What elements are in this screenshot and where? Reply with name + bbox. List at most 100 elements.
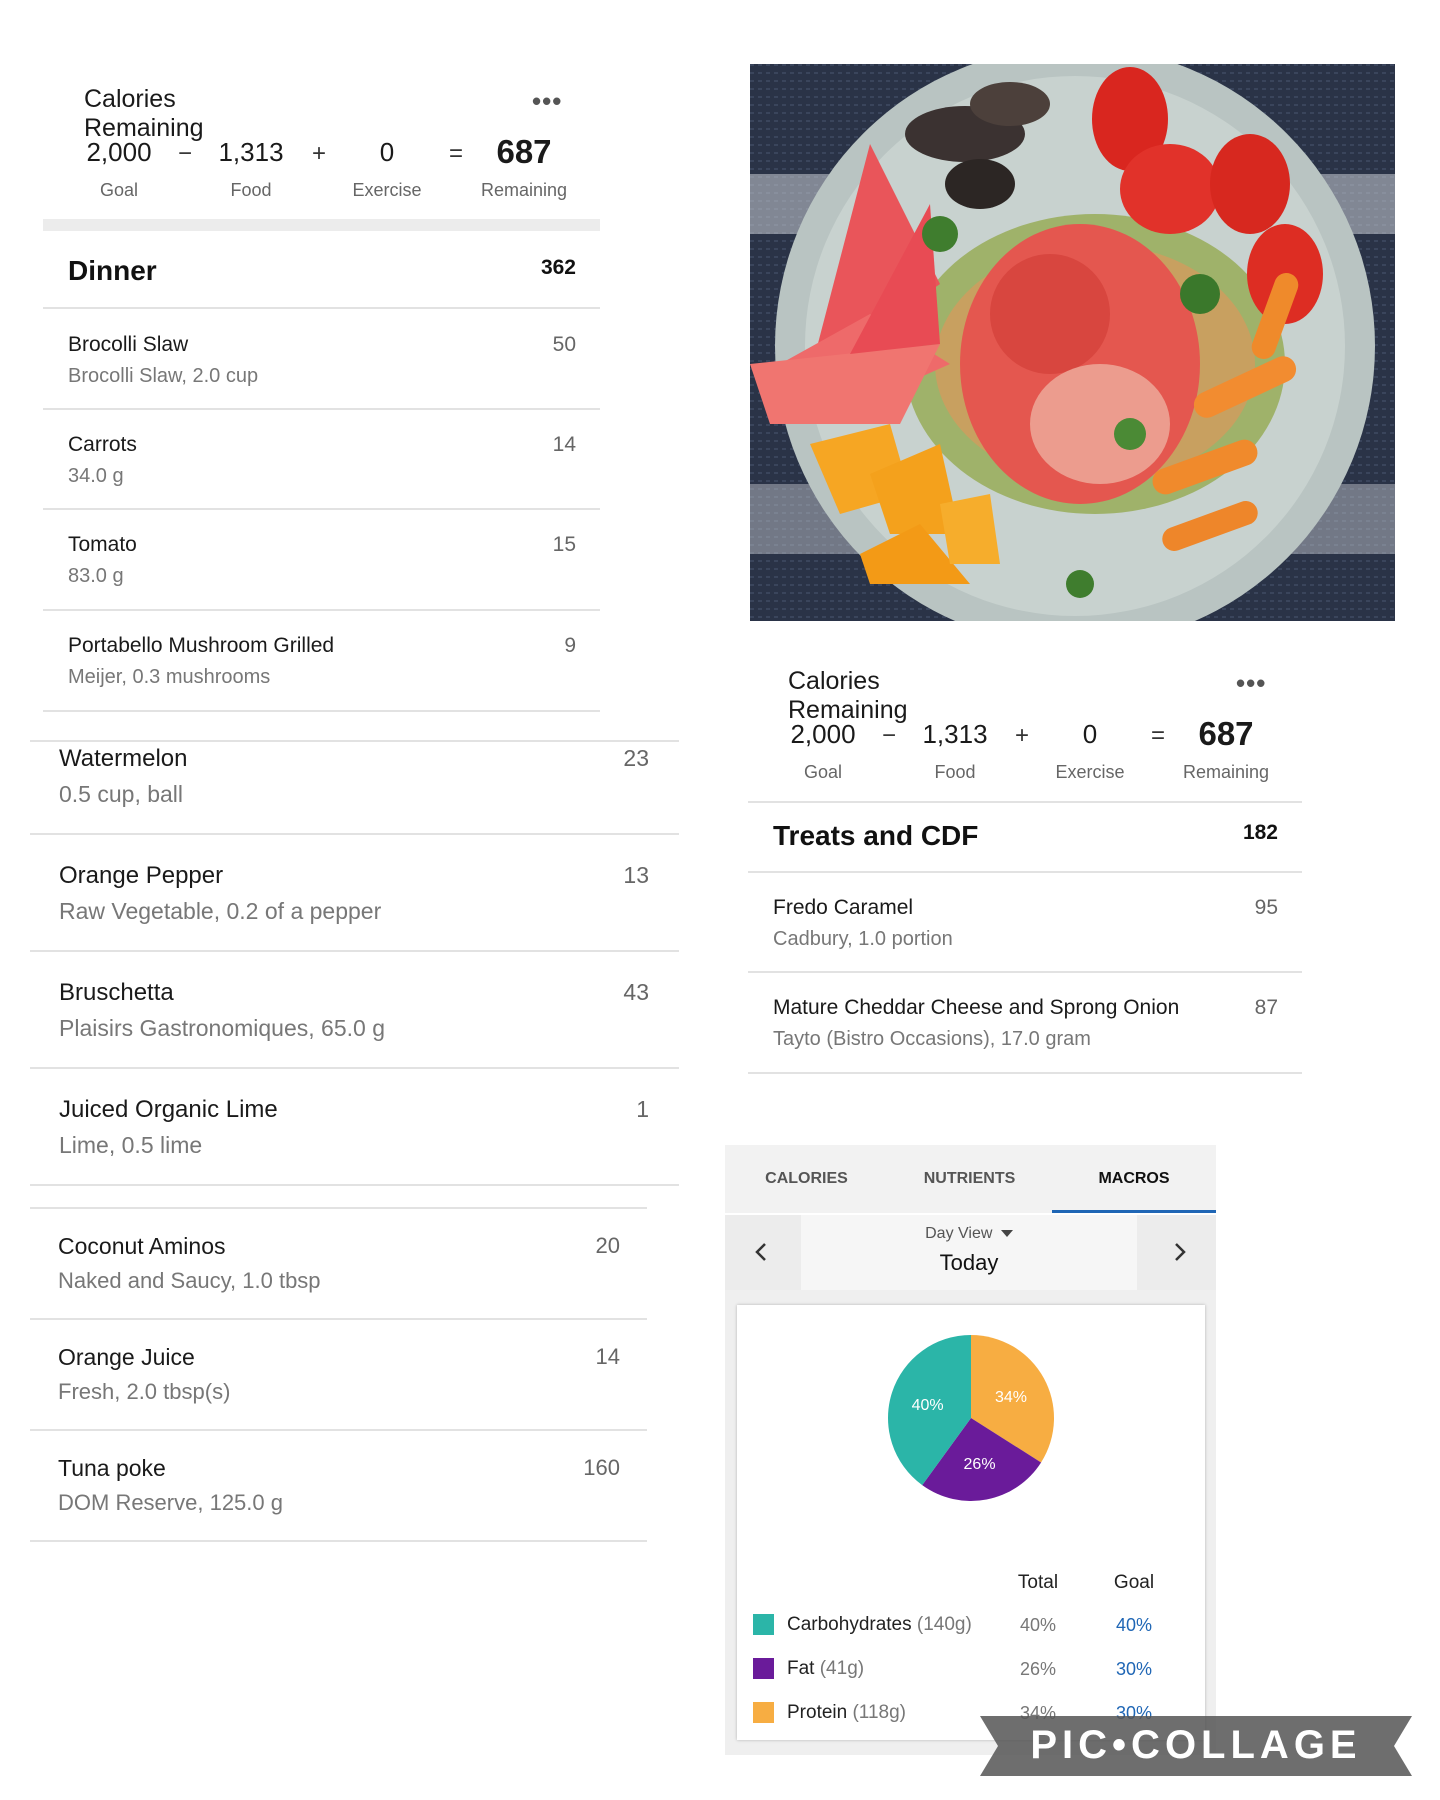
- food-item[interactable]: Bruschetta Plaisirs Gastronomiques, 65.0…: [59, 979, 649, 1054]
- food-item[interactable]: Orange Juice Fresh, 2.0 tbsp(s) 14: [58, 1344, 620, 1416]
- food-desc: Brocolli Slaw, 2.0 cup: [68, 365, 259, 387]
- macro-name: Carbohydrates: [787, 1614, 912, 1635]
- pie-label-protein: 34%: [995, 1389, 1027, 1406]
- divider: [43, 508, 600, 510]
- food-name: Portabello Mushroom Grilled: [68, 634, 335, 657]
- food-value: 1,313: [922, 719, 988, 749]
- chevron-right-icon[interactable]: [1162, 1237, 1196, 1267]
- food-item[interactable]: Juiced Organic Lime Lime, 0.5 lime 1: [59, 1096, 649, 1171]
- food-calories: 20: [595, 1233, 620, 1258]
- remaining-value: 687: [496, 133, 552, 170]
- food-desc: Raw Vegetable, 0.2 of a pepper: [59, 898, 382, 924]
- day-view-selector[interactable]: Day View Today: [801, 1215, 1137, 1290]
- food-calories: 1: [636, 1096, 649, 1122]
- food-item[interactable]: Tuna poke DOM Reserve, 125.0 g 160: [58, 1455, 620, 1527]
- food-item[interactable]: Fredo Caramel Cadbury, 1.0 portion 95: [773, 896, 1278, 956]
- divider: [43, 408, 600, 410]
- divider: [30, 740, 679, 742]
- food-desc: Tayto (Bistro Occasions), 17.0 gram: [773, 1028, 1091, 1050]
- food-item[interactable]: Orange Pepper Raw Vegetable, 0.2 of a pe…: [59, 862, 649, 937]
- day-view-label: Day View: [801, 1225, 1137, 1243]
- divider: [748, 1072, 1302, 1074]
- food-item[interactable]: Tomato 83.0 g 15: [68, 533, 576, 593]
- divider: [30, 1540, 647, 1542]
- food-name: Juiced Organic Lime: [59, 1096, 278, 1123]
- goal-value: 2,000: [790, 719, 856, 749]
- divider: [748, 801, 1302, 803]
- food-desc: DOM Reserve, 125.0 g: [58, 1490, 283, 1515]
- tab-calories[interactable]: CALORIES: [725, 1145, 888, 1213]
- exercise-value: 0: [379, 137, 395, 167]
- food-name: Fredo Caramel: [773, 896, 914, 919]
- food-name: Brocolli Slaw: [68, 333, 189, 356]
- food-desc: Fresh, 2.0 tbsp(s): [58, 1379, 231, 1404]
- food-item[interactable]: Brocolli Slaw Brocolli Slaw, 2.0 cup 50: [68, 333, 576, 393]
- food-calories: 14: [595, 1344, 620, 1369]
- food-item[interactable]: Carrots 34.0 g 14: [68, 433, 576, 493]
- divider: [43, 307, 600, 309]
- caret-down-icon: [1000, 1230, 1013, 1238]
- more-options-icon[interactable]: •••: [1236, 668, 1266, 699]
- food-name: Orange Juice: [58, 1344, 195, 1370]
- remaining-label: Remaining: [480, 180, 568, 200]
- food-item[interactable]: Watermelon 0.5 cup, ball 23: [59, 745, 649, 820]
- pic-collage-watermark: PIC•COLLAGE: [980, 1716, 1412, 1776]
- summary-title: Calories Remaining: [84, 85, 204, 142]
- chevron-left-icon[interactable]: [745, 1237, 779, 1267]
- food-name: Carrots: [68, 433, 137, 456]
- pie-label-carbohydrates: 40%: [912, 1397, 944, 1414]
- food-calories: 13: [623, 862, 649, 888]
- divider: [30, 1318, 647, 1320]
- food-calories: 160: [583, 1455, 620, 1480]
- food-desc: Cadbury, 1.0 portion: [773, 928, 953, 950]
- food-desc: Lime, 0.5 lime: [59, 1132, 203, 1158]
- food-name: Bruschetta: [59, 979, 174, 1006]
- food-name: Orange Pepper: [59, 862, 224, 889]
- divider: [30, 1067, 679, 1069]
- meal-calories-treats: 182: [1242, 821, 1278, 844]
- macro-grams: (118g): [852, 1702, 906, 1723]
- fat-goal: 30%: [1115, 1659, 1153, 1679]
- plus-sign: +: [1014, 722, 1030, 749]
- divider: [30, 1429, 647, 1431]
- pie-label-fat: 26%: [964, 1456, 996, 1473]
- day-navigator: Day View Today: [725, 1215, 1216, 1290]
- food-name: Watermelon: [59, 745, 188, 772]
- goal-value: 2,000: [86, 137, 152, 167]
- day-view-text: Day View: [925, 1225, 993, 1242]
- watermark-text: PIC•COLLAGE: [1030, 1723, 1361, 1767]
- fat-swatch: [753, 1658, 774, 1679]
- tab-macros[interactable]: MACROS: [1052, 1145, 1216, 1213]
- macro-tabs: CALORIES NUTRIENTS MACROS: [725, 1145, 1216, 1213]
- remaining-label: Remaining: [1182, 762, 1270, 782]
- food-calories: 50: [552, 333, 576, 356]
- exercise-label: Exercise: [352, 180, 422, 200]
- exercise-value: 0: [1082, 719, 1098, 749]
- food-desc: 0.5 cup, ball: [59, 781, 184, 807]
- food-item[interactable]: Mature Cheddar Cheese and Sprong Onion T…: [773, 996, 1278, 1056]
- fat-total: 26%: [1019, 1659, 1057, 1679]
- goal-label: Goal: [99, 180, 139, 200]
- food-desc: Meijer, 0.3 mushrooms: [68, 666, 271, 688]
- more-options-icon[interactable]: •••: [532, 86, 562, 117]
- food-calories: 23: [623, 745, 649, 771]
- meal-title-treats: Treats and CDF: [773, 820, 979, 851]
- food-name: Tomato: [68, 533, 137, 556]
- plus-sign: +: [311, 140, 327, 167]
- divider: [748, 971, 1302, 973]
- tab-nutrients[interactable]: NUTRIENTS: [888, 1145, 1051, 1213]
- food-desc: Plaisirs Gastronomiques, 65.0 g: [59, 1015, 385, 1041]
- macro-grams: (41g): [819, 1658, 865, 1679]
- food-calories: 9: [564, 634, 576, 657]
- food-item[interactable]: Coconut Aminos Naked and Saucy, 1.0 tbsp…: [58, 1233, 620, 1305]
- protein-label: Protein (118g): [787, 1702, 906, 1724]
- food-item[interactable]: Portabello Mushroom Grilled Meijer, 0.3 …: [68, 634, 576, 694]
- total-header: Total: [1017, 1572, 1059, 1593]
- food-calories: 15: [552, 533, 576, 556]
- macro-name: Fat: [787, 1658, 815, 1679]
- food-name: Mature Cheddar Cheese and Sprong Onion: [773, 996, 1180, 1019]
- divider: [30, 833, 679, 835]
- food-value: 1,313: [218, 137, 284, 167]
- summary-title: Calories Remaining: [788, 667, 908, 724]
- carbohydrates-label: Carbohydrates (140g): [787, 1614, 972, 1636]
